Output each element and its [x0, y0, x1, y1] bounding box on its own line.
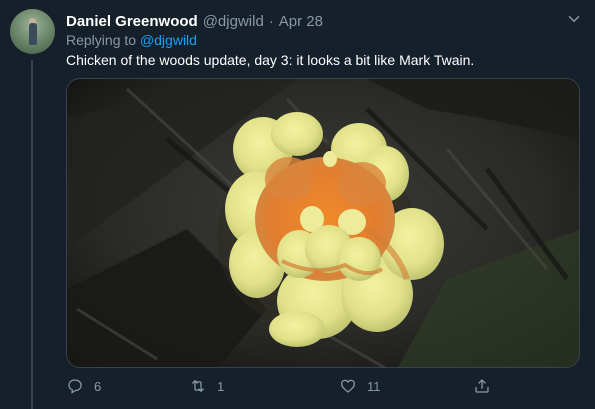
tweet-header: Daniel Greenwood @djgwild · Apr 28 [66, 12, 323, 30]
reply-count: 6 [94, 378, 102, 394]
thread-line [31, 60, 33, 409]
share-button[interactable] [473, 376, 501, 396]
author-name[interactable]: Daniel Greenwood [66, 13, 198, 30]
replying-to-line: Replying to @djgwild [66, 32, 197, 48]
share-icon [475, 379, 489, 393]
tweet-date[interactable]: Apr 28 [279, 13, 323, 30]
retweet-icon [192, 380, 204, 392]
tweet-photo[interactable] [66, 78, 580, 368]
heart-icon [340, 379, 356, 393]
chevron-down-icon[interactable] [565, 10, 583, 28]
avatar-figure [29, 23, 37, 45]
retweet-button[interactable]: 1 [189, 376, 224, 396]
replying-to-mention[interactable]: @djgwild [140, 32, 197, 48]
like-count: 11 [367, 378, 381, 394]
author-handle[interactable]: @djgwild [203, 13, 264, 30]
reply-button[interactable]: 6 [66, 376, 101, 396]
tweet-text: Chicken of the woods update, day 3: it l… [66, 52, 475, 68]
tweet-actions: 6 1 11 [66, 376, 576, 396]
reply-icon [68, 379, 82, 394]
mushroom-photo [67, 79, 579, 367]
header-separator: · [268, 12, 274, 30]
avatar[interactable] [10, 9, 55, 54]
like-button[interactable]: 11 [339, 376, 381, 396]
tweet[interactable]: Daniel Greenwood @djgwild · Apr 28 Reply… [0, 0, 595, 409]
retweet-count: 1 [217, 378, 225, 394]
replying-prefix: Replying to [66, 32, 137, 48]
